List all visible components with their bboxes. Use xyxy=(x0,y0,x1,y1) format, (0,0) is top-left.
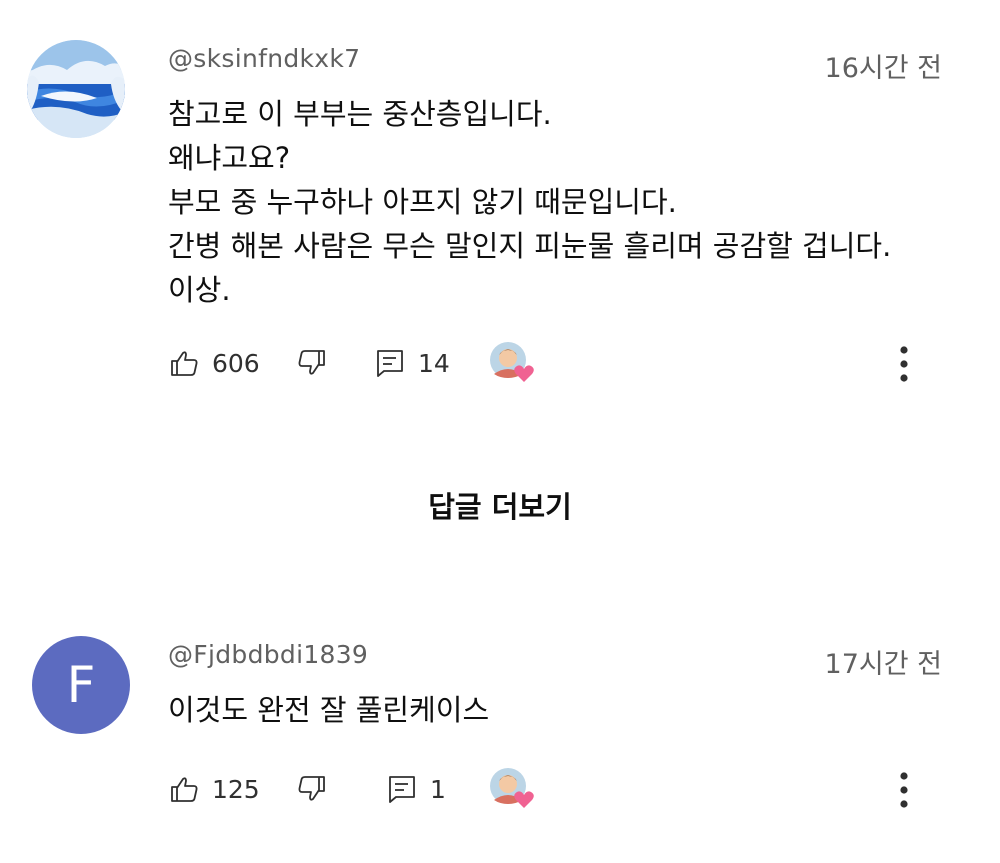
comment-text-line: 이상. xyxy=(168,273,231,307)
comment-author-handle[interactable]: @Fjdbdbdi1839 xyxy=(168,640,368,669)
comment-actions: 606 14 xyxy=(168,338,938,388)
more-vert-icon xyxy=(894,772,914,814)
like-count: 125 xyxy=(212,774,260,804)
comment-timestamp: 17시간 전 xyxy=(824,649,942,680)
more-vert-icon xyxy=(894,346,914,388)
dislike-button[interactable] xyxy=(296,346,328,380)
creator-heart-icon xyxy=(486,768,544,818)
creator-heart-badge xyxy=(486,338,544,392)
avatar-letter: F xyxy=(66,656,96,714)
thumb-down-icon xyxy=(296,773,328,805)
thumb-down-icon xyxy=(296,347,328,379)
reply-count: 1 xyxy=(430,774,446,804)
creator-heart-badge xyxy=(486,764,544,818)
comment-timestamp: 16시간 전 xyxy=(824,53,942,84)
comment-text-line: 왜냐고요? xyxy=(168,141,291,175)
like-button[interactable]: 125 xyxy=(168,772,260,806)
like-count: 606 xyxy=(212,348,260,378)
more-options-button[interactable] xyxy=(894,770,914,810)
comment-text-line: 이것도 완전 잘 풀린케이스 xyxy=(168,693,490,727)
avatar[interactable] xyxy=(27,40,125,138)
reply-count: 14 xyxy=(418,348,450,378)
more-replies-button[interactable]: 답글 더보기 xyxy=(0,484,1000,526)
comment-actions: 125 1 xyxy=(168,764,938,814)
reply-icon xyxy=(386,773,418,805)
comment-text: 참고로 이 부부는 중산층입니다. 왜냐고요? 부모 중 누구하나 아프지 않기… xyxy=(168,92,891,312)
comment-author-handle[interactable]: @sksinfndkxk7 xyxy=(168,44,360,73)
reply-button[interactable]: 1 xyxy=(386,772,446,806)
thumb-up-icon xyxy=(168,347,200,379)
creator-heart-icon xyxy=(486,342,544,392)
reply-icon xyxy=(374,347,406,379)
landscape-avatar-image xyxy=(27,40,125,138)
thumb-up-icon xyxy=(168,773,200,805)
comment-text-line: 부모 중 누구하나 아프지 않기 때문입니다. xyxy=(168,185,677,219)
reply-button[interactable]: 14 xyxy=(374,346,450,380)
comment-text-line: 간병 해본 사람은 무슨 말인지 피눈물 흘리며 공감할 겁니다. xyxy=(168,229,892,263)
comment-text-line: 참고로 이 부부는 중산층입니다. xyxy=(168,97,552,131)
more-options-button[interactable] xyxy=(894,344,914,384)
like-button[interactable]: 606 xyxy=(168,346,260,380)
dislike-button[interactable] xyxy=(296,772,328,806)
avatar[interactable]: F xyxy=(32,636,130,734)
comment-text: 이것도 완전 잘 풀린케이스 xyxy=(168,688,489,732)
